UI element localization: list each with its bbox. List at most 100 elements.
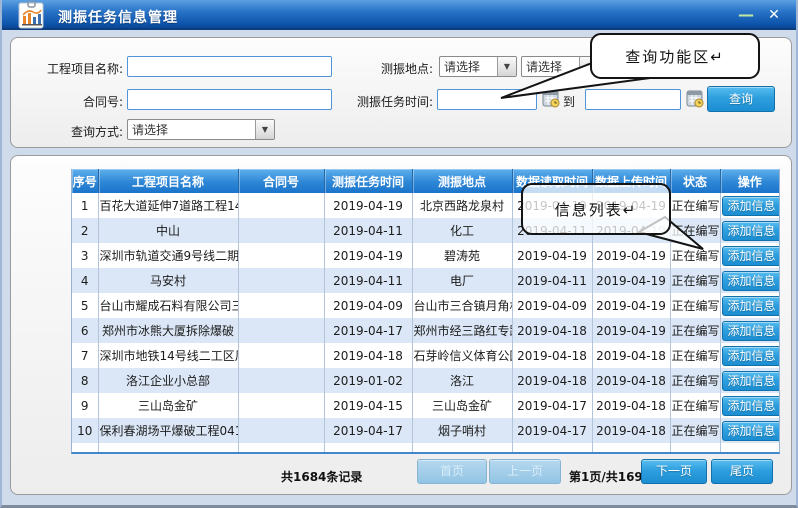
cell-task_time: 2019-04-15 — [324, 393, 412, 418]
cell-action: 添加信息 — [720, 193, 779, 218]
column-header: 测振地点 — [412, 169, 512, 193]
cell-task_time: 2019-04-17 — [324, 418, 412, 443]
cell-location: 洛江 — [412, 368, 512, 393]
cell-action: 添加信息 — [720, 343, 779, 368]
add-info-button[interactable]: 添加信息 — [722, 246, 780, 266]
calendar-icon[interactable] — [685, 88, 705, 109]
add-info-button[interactable]: 添加信息 — [722, 196, 780, 216]
last-page-button[interactable]: 尾页 — [711, 459, 773, 484]
app-icon — [16, 1, 48, 29]
project-name-input[interactable] — [127, 56, 332, 77]
cell-status: 正在编写 — [670, 368, 720, 393]
cell-empty — [72, 443, 98, 452]
cell-empty — [720, 443, 779, 452]
cell-name: 郑州市冰熊大厦拆除爆破 — [98, 318, 238, 343]
cell-empty — [98, 443, 238, 452]
add-info-button[interactable]: 添加信息 — [722, 346, 780, 366]
table-row: 1百花大道延伸7道路工程142019-04-19北京西路龙泉村2019-04-1… — [72, 193, 779, 218]
minimize-button[interactable]: — — [736, 6, 756, 24]
task-time-from-input[interactable] — [437, 89, 537, 110]
cell-action: 添加信息 — [720, 318, 779, 343]
table-header-row: 序号工程项目名称合同号测振任务时间测振地点数据读取时间数据上传时间状态操作 — [72, 169, 779, 193]
cell-location: 化工 — [412, 218, 512, 243]
table-filler-row — [72, 443, 779, 452]
table-row: 2中山2019-04-11化工2019-04-112019-04-19正在编写添… — [72, 218, 779, 243]
app-window: 测振任务信息管理 — ✕ 工程项目名称: 测振地点: 请选择 ▼ 请选择 ▼ 合… — [0, 0, 798, 508]
cell-upload_time: 2019-04-19 — [592, 293, 670, 318]
location-select-2-value: 请选择 — [522, 57, 579, 76]
to-label: 到 — [561, 93, 577, 110]
cell-contract — [238, 268, 324, 293]
next-page-button[interactable]: 下一页 — [641, 459, 707, 484]
column-header: 状态 — [670, 169, 720, 193]
location-label: 测振地点: — [363, 60, 433, 77]
cell-seq: 10 — [72, 418, 98, 443]
add-info-button[interactable]: 添加信息 — [722, 371, 780, 391]
location-select-1[interactable]: 请选择 ▼ — [439, 56, 517, 77]
cell-task_time: 2019-01-02 — [324, 368, 412, 393]
cell-status: 正在编写 — [670, 193, 720, 218]
cell-task_time: 2019-04-19 — [324, 193, 412, 218]
chevron-down-icon[interactable]: ▼ — [255, 120, 274, 139]
cell-name: 洛江企业小总部 — [98, 368, 238, 393]
query-mode-select[interactable]: 请选择 ▼ — [127, 119, 275, 140]
cell-status: 正在编写 — [670, 218, 720, 243]
add-info-button[interactable]: 添加信息 — [722, 321, 780, 341]
add-info-button[interactable]: 添加信息 — [722, 421, 780, 441]
contract-label: 合同号: — [23, 93, 123, 110]
cell-task_time: 2019-04-11 — [324, 218, 412, 243]
first-page-button[interactable]: 首页 — [417, 459, 487, 484]
cell-location: 烟子哨村 — [412, 418, 512, 443]
cell-task_time: 2019-04-17 — [324, 318, 412, 343]
cell-seq: 4 — [72, 268, 98, 293]
cell-location: 石芽岭信义体育公园 — [412, 343, 512, 368]
cell-upload_time: 2019-04-18 — [592, 393, 670, 418]
cell-empty — [592, 443, 670, 452]
add-info-button[interactable]: 添加信息 — [722, 221, 780, 241]
contract-input[interactable] — [127, 89, 332, 110]
table-row: 4马安村2019-04-11电厂2019-04-112019-04-19正在编写… — [72, 268, 779, 293]
location-select-2[interactable]: 请选择 ▼ — [521, 56, 599, 77]
cell-contract — [238, 343, 324, 368]
cell-seq: 7 — [72, 343, 98, 368]
cell-location: 三山岛金矿 — [412, 393, 512, 418]
cell-upload_time: 2019-04-19 — [592, 268, 670, 293]
close-button[interactable]: ✕ — [764, 6, 784, 24]
cell-action: 添加信息 — [720, 243, 779, 268]
cell-read_time: 2019-04-18 — [512, 368, 592, 393]
cell-contract — [238, 418, 324, 443]
cell-contract — [238, 368, 324, 393]
add-info-button[interactable]: 添加信息 — [722, 271, 780, 291]
total-records-text: 共1684条记录 — [281, 468, 362, 485]
table-row: 8洛江企业小总部2019-01-02洛江2019-04-182019-04-18… — [72, 368, 779, 393]
cell-action: 添加信息 — [720, 393, 779, 418]
query-mode-label: 查询方式: — [23, 123, 123, 140]
cell-name: 三山岛金矿 — [98, 393, 238, 418]
cell-status: 正在编写 — [670, 293, 720, 318]
close-icon: ✕ — [768, 7, 780, 23]
prev-page-button[interactable]: 上一页 — [489, 459, 561, 484]
project-name-label: 工程项目名称: — [23, 60, 123, 77]
cell-upload_time: 2019-04-19 — [592, 243, 670, 268]
calendar-icon[interactable] — [541, 88, 561, 109]
location-select-1-value: 请选择 — [440, 57, 497, 76]
cell-location: 郑州市经三路红专路 — [412, 318, 512, 343]
cell-location: 电厂 — [412, 268, 512, 293]
cell-name: 台山市耀成石料有限公司三 — [98, 293, 238, 318]
table-row: 3深圳市轨道交通9号线二期2019-04-19碧涛苑2019-04-192019… — [72, 243, 779, 268]
callout-query-area: 查询功能区↵ — [590, 33, 760, 79]
data-table-container: 序号工程项目名称合同号测振任务时间测振地点数据读取时间数据上传时间状态操作 1百… — [71, 169, 780, 454]
cell-name: 马安村 — [98, 268, 238, 293]
table-row: 7深圳市地铁14号线二工区风2019-04-18石芽岭信义体育公园2019-04… — [72, 343, 779, 368]
cell-location: 碧涛苑 — [412, 243, 512, 268]
add-info-button[interactable]: 添加信息 — [722, 396, 780, 416]
search-button[interactable]: 查询 — [707, 86, 775, 112]
cell-name: 中山 — [98, 218, 238, 243]
cell-contract — [238, 218, 324, 243]
cell-empty — [238, 443, 324, 452]
callout-info-list: 信息列表↵ — [521, 183, 671, 235]
task-time-to-input[interactable] — [585, 89, 681, 110]
chevron-down-icon[interactable]: ▼ — [497, 57, 516, 76]
cell-task_time: 2019-04-11 — [324, 268, 412, 293]
add-info-button[interactable]: 添加信息 — [722, 296, 780, 316]
